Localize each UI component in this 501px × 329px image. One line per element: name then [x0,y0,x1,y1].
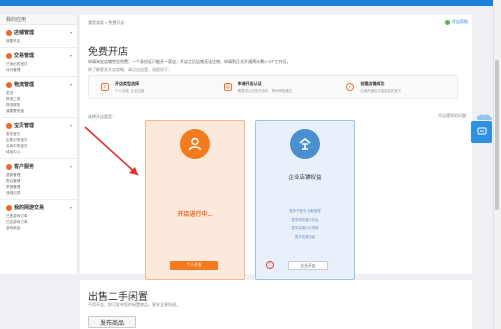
sidebar-group-title[interactable]: 店铺管理 ▾ [6,29,72,36]
sidebar-group-shop: 店铺管理 ▾ 我要开店 [0,25,77,48]
sidebar-group-title[interactable]: 我的网游交易 ▾ [6,204,72,211]
top-bar [0,0,501,6]
sidebar-link[interactable]: 我要开店 [6,38,40,44]
step-item: ✓ 创建店铺成功 店铺开通后可直接发布宝贝 [346,81,402,93]
process-steps: ≡ 开店类型选择 个人店铺, 企业店铺 ▤ 申请开店认证 需提供认证相关资料，等… [88,75,458,99]
step-item: ▤ 申请开店认证 需提供认证相关资料，等待审核通过 [223,81,292,93]
breadcrumb[interactable]: 我是卖家 > 免费开店 [88,20,125,26]
sidebar-link[interactable]: 游戏商品 [6,225,40,231]
shop-type-label: 选择开店类型： [88,114,116,119]
section-title: 出售二手闲置 [88,292,148,303]
page-title: 免费开店 [88,47,128,58]
chevron-down-icon[interactable]: ▾ [70,123,72,128]
faq-link[interactable]: 开店遇到的问题： [438,113,470,119]
chevron-down-icon[interactable]: ▾ [70,164,72,169]
enterprise-icon [290,129,320,159]
document-icon: ▤ [223,83,232,91]
sidebar-link[interactable]: 我要寄快递 [6,108,40,114]
sidebar-group-title[interactable]: 客户服务 ▾ [6,163,72,170]
list-icon: ≡ [101,83,109,91]
help-link[interactable]: 开店帮助 [445,19,468,25]
chevron-down-icon[interactable]: ▾ [70,205,72,210]
sidebar-header: 我的应用 [0,15,77,25]
check-circle-icon: ✓ [346,83,355,91]
enterprise-shop-button[interactable]: 企业开店 [288,261,328,270]
scrollbar-thumb[interactable] [495,60,499,210]
sidebar-group-logistics: 物流管理 ▾ 发货 物流工具 物流服务 我要寄快递 [0,77,77,118]
help-icon [445,19,450,25]
publish-item-button[interactable]: 发布商品 [88,316,136,328]
chat-icon [477,127,486,135]
sidebar-group-title[interactable]: 交易管理 ▾ [6,52,72,59]
sidebar-link[interactable]: 评价管理 [6,67,40,73]
truck-icon [6,81,12,88]
step-item: ≡ 开店类型选择 个人店铺, 企业店铺 [89,81,212,93]
sidebar-link[interactable]: 体检中心 [6,149,40,155]
benefit-item: 更多高端行业资格 [291,226,319,230]
section-desc: 不用开店，即可发布您的闲置物品，更安全更快速。 [88,302,180,307]
headset-icon [6,163,12,170]
shop-status-text: 开店进行中... [177,212,213,218]
warning-icon: ! [266,261,274,269]
sidebar-group-title[interactable]: 宝贝管理 ▾ [6,122,72,129]
gamepad-icon [6,204,12,211]
second-hand-section: 出售二手闲置 不用开店，即可发布您的闲置物品，更安全更快速。 发布商品 [80,280,472,329]
intro-text: 申请淘宝店铺完全免费；一个身份证只能开一家店；开店之后店铺无法注销，申请到正式开… [88,59,291,64]
chevron-down-icon[interactable]: ▾ [70,30,72,35]
intro-subtext: 除了解更多开店攻略，请点击这里，流程如下： [88,67,172,72]
benefit-item: 更多子账号 分散管理 [289,209,321,213]
trade-icon [6,52,12,59]
benefit-item: 更多权威流量 [294,234,316,239]
enterprise-card-title: 企业店铺权益 [288,175,322,181]
annotation-arrow-icon [84,126,139,176]
floating-help-button[interactable] [471,121,492,143]
sidebar-group-games: 我的网游交易 ▾ 已售游戏订单 已买游戏订单 游戏商品 [0,200,77,234]
box-icon [6,122,12,129]
sidebar-group-service: 客户服务 ▾ 退款管理 售后管理 举报管理 违规记录 [0,159,77,200]
sidebar-group-items: 宝贝管理 ▾ 发布宝贝 出售中的宝贝 仓库中的宝贝 体检中心 [0,118,77,159]
person-icon [180,129,210,159]
chevron-down-icon[interactable]: ▾ [70,82,72,87]
sidebar-group-trade: 交易管理 ▾ 已卖出的宝贝 评价管理 [0,48,77,77]
personal-shop-button[interactable]: 个人开店 [170,261,218,270]
shop-icon [6,29,12,36]
sidebar-link[interactable]: 违规记录 [6,190,40,196]
sidebar-group-title[interactable]: 物流管理 ▾ [6,81,72,88]
sidebar: 我的应用 店铺管理 ▾ 我要开店 交易管理 ▾ 已卖出的宝贝 评价管理 物流管理… [0,15,78,274]
personal-shop-card[interactable]: 开店进行中... 个人开店 [145,120,245,280]
benefit-item: 更多简历展示机会 [291,217,319,222]
enterprise-benefits: 更多子账号 分散管理 更多简历展示机会 更多高端行业资格 更多权威流量 [256,207,354,241]
cloud-icon [476,114,493,120]
chevron-down-icon[interactable]: ▾ [70,53,72,58]
enterprise-shop-card[interactable]: 企业店铺权益 更多子账号 分散管理 更多简历展示机会 更多高端行业资格 更多权威… [255,120,355,280]
